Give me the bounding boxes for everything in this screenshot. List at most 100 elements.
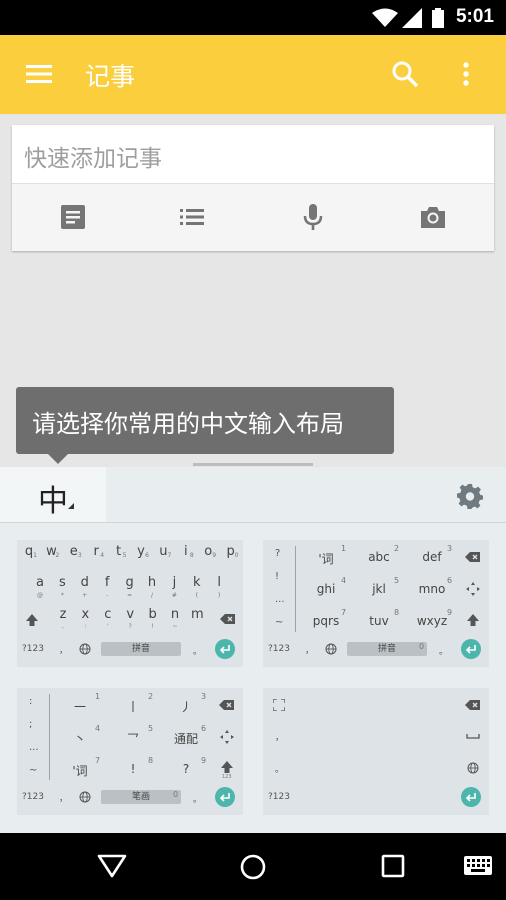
grid-key-num: 2 bbox=[148, 692, 154, 701]
app-bar: 记事 bbox=[0, 35, 506, 114]
globe-icon bbox=[467, 762, 479, 774]
page-title: 记事 bbox=[85, 62, 136, 91]
grid-key-num: 1 bbox=[341, 544, 347, 553]
qwerty-key-sub: ! bbox=[151, 623, 154, 630]
enter-icon bbox=[465, 793, 476, 802]
hw-enter-key bbox=[461, 787, 481, 807]
backspace-icon bbox=[465, 552, 480, 562]
qwerty-key: k bbox=[193, 575, 201, 590]
side-punct-key: ! bbox=[275, 571, 280, 582]
keyboard-layout-panel: 中 q 1 w 2 e 3 r 4 t 5 y 6 u 7 i 8 o 9 p 0 a @ s * d + f - g = h / j # k(l)… bbox=[0, 467, 506, 833]
qwerty-key-sub: , bbox=[62, 623, 64, 630]
t9-pinyin-layout[interactable]: ?!... ~ '词 1 abc 2 def 3 ghi 4 jkl 5 mno 6 pqrs 7 tuv 8 w… bbox=[263, 540, 489, 667]
home-icon[interactable] bbox=[239, 853, 267, 881]
drag-handle[interactable] bbox=[193, 463, 313, 466]
qwerty-key-sub: + bbox=[82, 592, 88, 599]
t9-space-key: 拼音 bbox=[347, 642, 427, 656]
grid-key-num: 5 bbox=[394, 576, 400, 585]
grid-key-num: 1 bbox=[95, 692, 101, 701]
menu-icon[interactable] bbox=[24, 59, 54, 89]
qwerty-key: s bbox=[59, 575, 66, 590]
recents-icon[interactable] bbox=[381, 854, 405, 878]
grid-key-num: 3 bbox=[447, 544, 453, 553]
qwerty-key: b bbox=[148, 607, 157, 622]
side-punct-key: ... bbox=[29, 742, 39, 753]
qwerty-key-sub: / bbox=[150, 592, 154, 599]
side-punct-key: : bbox=[29, 696, 33, 707]
handwriting-layout[interactable]: ， 。 ?123 bbox=[263, 688, 489, 815]
qwerty-key-sub: - bbox=[106, 592, 109, 599]
status-bar: 5:01 bbox=[0, 0, 506, 35]
panel-divider bbox=[0, 522, 506, 523]
qwerty-key: c bbox=[104, 607, 112, 622]
qwerty-key: v bbox=[126, 607, 135, 622]
qwerty-key-sub: ( bbox=[195, 592, 198, 599]
stroke-enter-key bbox=[215, 787, 235, 807]
qwerty-key-sub: # bbox=[171, 592, 177, 599]
keyboard-icon[interactable] bbox=[463, 855, 493, 877]
backspace-icon bbox=[219, 700, 234, 710]
text-note-icon[interactable] bbox=[58, 202, 88, 232]
qwerty-key: z bbox=[59, 607, 67, 622]
list-note-icon[interactable] bbox=[177, 202, 207, 232]
space-bar-icon bbox=[466, 734, 480, 739]
cursor-move-icon bbox=[466, 582, 480, 596]
back-icon[interactable] bbox=[97, 853, 127, 879]
more-vert-icon[interactable] bbox=[451, 59, 481, 89]
backspace-icon bbox=[465, 700, 480, 710]
hw-comma-key: ， bbox=[275, 733, 285, 743]
grid-key-num: 3 bbox=[201, 692, 207, 701]
qwerty-comma-key: ， bbox=[59, 646, 69, 656]
grid-key-num: 4 bbox=[341, 576, 347, 585]
qwerty-key: j bbox=[172, 575, 177, 590]
grid-key-num: 6 bbox=[201, 724, 207, 733]
grid-key-num: 8 bbox=[394, 608, 400, 617]
qwerty-pinyin-layout[interactable]: q 1 w 2 e 3 r 4 t 5 y 6 u 7 i 8 o 9 p 0 a @ s * d + f - g = h / j # k(l) z,… bbox=[17, 540, 243, 667]
stroke-side-label: 123 bbox=[222, 774, 232, 780]
enter-icon bbox=[219, 793, 230, 802]
qwerty-key: n bbox=[170, 607, 180, 622]
enter-icon bbox=[465, 645, 476, 654]
qwerty-space-label: 拼音 bbox=[131, 644, 150, 654]
stroke-layout[interactable]: :;... ~ 一 1 丨 2 丿 3 丶 4 乛 5 通配 6 '词 7! 8? 9 123 ?123 ， 笔… bbox=[17, 688, 243, 815]
wifi-icon bbox=[372, 8, 398, 27]
layout-tooltip: 请选择你常用的中文输入布局 bbox=[16, 387, 394, 464]
qwerty-space-key: 拼音 bbox=[101, 642, 181, 656]
grid-key-num: 7 bbox=[95, 756, 101, 765]
t9-sym-key: ?123 bbox=[268, 644, 290, 654]
enter-icon bbox=[219, 645, 230, 654]
quick-note-card: 快速添加记事 bbox=[12, 125, 494, 251]
qwerty-enter-key bbox=[215, 639, 235, 659]
stroke-left-divider bbox=[49, 694, 50, 780]
dropdown-corner-icon bbox=[68, 503, 74, 509]
camera-icon[interactable] bbox=[418, 202, 448, 232]
qwerty-key-sub: * bbox=[60, 592, 64, 599]
t9-enter-key bbox=[461, 639, 481, 659]
signal-icon bbox=[402, 8, 422, 28]
qwerty-key: h bbox=[147, 575, 157, 590]
shift-icon bbox=[221, 761, 233, 773]
qwerty-period-key: 。 bbox=[193, 647, 203, 657]
t9-space-num: 0 bbox=[419, 642, 425, 651]
qwerty-key-sub: 0 bbox=[234, 552, 239, 559]
microphone-icon[interactable] bbox=[298, 202, 328, 232]
t9-space-label: 拼音 bbox=[377, 644, 396, 654]
status-time: 5:01 bbox=[455, 6, 494, 27]
quick-note-input[interactable]: 快速添加记事 bbox=[24, 139, 162, 173]
qwerty-key-sub: @ bbox=[37, 592, 43, 599]
language-tab[interactable]: 中 bbox=[0, 467, 106, 523]
stroke-sym-key: ?123 bbox=[22, 792, 44, 802]
qwerty-key-sub: ) bbox=[218, 592, 221, 599]
shift-icon bbox=[26, 614, 38, 626]
grid-key-num: 2 bbox=[394, 544, 400, 553]
gear-icon[interactable] bbox=[457, 483, 483, 509]
search-icon[interactable] bbox=[390, 59, 420, 89]
qwerty-sym-key: ?123 bbox=[22, 644, 44, 654]
stroke-space-key: 笔画 bbox=[101, 790, 181, 804]
backspace-icon bbox=[220, 614, 235, 624]
qwerty-key-sub: ? bbox=[128, 623, 132, 630]
qwerty-key: d bbox=[80, 575, 89, 590]
grid-key-num: 9 bbox=[201, 756, 207, 765]
side-punct-key: ~ bbox=[29, 765, 38, 776]
grid-key-num: 5 bbox=[148, 724, 154, 733]
